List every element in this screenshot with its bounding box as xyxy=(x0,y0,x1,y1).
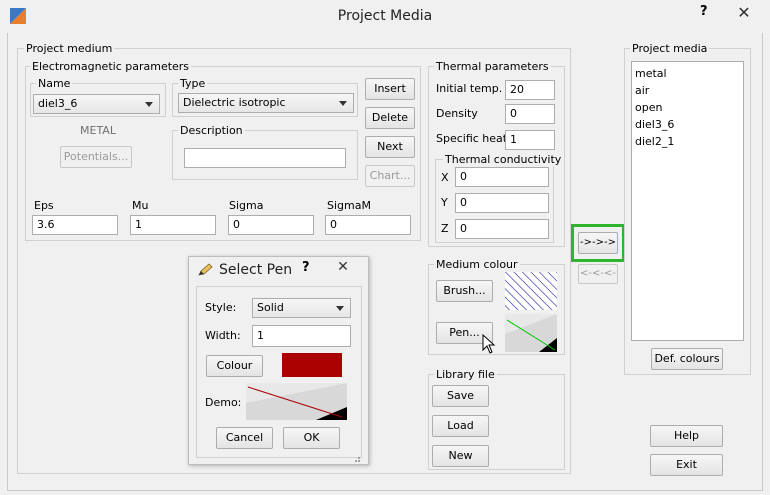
sigma-input[interactable]: 0 xyxy=(228,215,314,235)
library-save-button[interactable]: Save xyxy=(432,385,489,407)
project-medium-label: Project medium xyxy=(24,42,115,55)
em-params-label: Electromagnetic parameters xyxy=(30,60,192,73)
conductivity-y-input[interactable]: 0 xyxy=(455,193,549,213)
select-pen-title: Select Pen xyxy=(219,262,293,278)
pen-cancel-button[interactable]: Cancel xyxy=(216,427,273,449)
pen-demo-preview xyxy=(246,383,347,420)
chart-button[interactable]: Chart... xyxy=(365,165,415,187)
description-label: Description xyxy=(178,124,245,137)
type-label: Type xyxy=(178,77,208,90)
conductivity-y-label: Y xyxy=(441,196,448,209)
specific-heat-label: Specific heat xyxy=(436,132,508,145)
insert-button[interactable]: Insert xyxy=(365,78,415,100)
pen-style-label: Style: xyxy=(205,301,237,314)
window-help-button[interactable]: ? xyxy=(700,4,708,19)
chevron-down-icon xyxy=(339,101,347,106)
def-colours-button[interactable]: Def. colours xyxy=(651,348,723,370)
next-button[interactable]: Next xyxy=(365,136,415,158)
add-to-project-button[interactable]: ->->-> xyxy=(578,232,618,254)
pen-width-input[interactable]: 1 xyxy=(252,325,351,347)
sigmam-label: SigmaM xyxy=(327,199,371,212)
name-select-value: diel3_6 xyxy=(38,97,78,110)
pencil-icon xyxy=(198,263,213,276)
density-input[interactable]: 0 xyxy=(505,104,555,124)
sigmam-input[interactable]: 0 xyxy=(325,215,411,235)
project-media-label: Project media xyxy=(630,42,710,55)
eps-label: Eps xyxy=(34,199,54,212)
library-load-button[interactable]: Load xyxy=(432,415,489,437)
description-input[interactable] xyxy=(184,148,346,168)
select-pen-dialog: Select Pen ? ✕ Style: Solid Width: 1 Col… xyxy=(188,256,369,465)
conductivity-z-input[interactable]: 0 xyxy=(455,219,549,239)
chevron-down-icon xyxy=(145,102,153,107)
help-button[interactable]: Help xyxy=(650,425,723,447)
metal-label: METAL xyxy=(80,124,116,137)
library-new-button[interactable]: New xyxy=(432,445,489,467)
conductivity-z-label: Z xyxy=(441,222,449,235)
thermal-params-label: Thermal parameters xyxy=(434,60,551,73)
select-pen-close-button[interactable]: ✕ xyxy=(324,259,362,277)
brush-preview xyxy=(505,272,557,310)
pen-colour-button[interactable]: Colour xyxy=(206,355,263,377)
pen-ok-button[interactable]: OK xyxy=(283,427,340,449)
window-title: Project Media xyxy=(337,8,433,24)
chevron-down-icon xyxy=(336,306,344,311)
mu-label: Mu xyxy=(132,199,149,212)
conductivity-x-label: X xyxy=(441,171,449,184)
mouse-cursor-icon xyxy=(482,334,496,354)
pen-demo-label: Demo: xyxy=(205,396,242,409)
eps-input[interactable]: 3.6 xyxy=(32,215,118,235)
window-close-button[interactable]: ✕ xyxy=(725,3,763,23)
potentials-button[interactable]: Potentials... xyxy=(60,146,132,168)
brush-button[interactable]: Brush... xyxy=(436,280,493,302)
density-label: Density xyxy=(436,107,478,120)
mu-input[interactable]: 1 xyxy=(130,215,216,235)
resize-grip-icon[interactable] xyxy=(351,453,361,463)
pen-width-label: Width: xyxy=(205,329,241,342)
name-label: Name xyxy=(36,77,73,90)
pen-style-select[interactable]: Solid xyxy=(252,298,351,318)
list-item[interactable]: diel2_1 xyxy=(632,133,743,150)
medium-colour-label: Medium colour xyxy=(434,258,520,271)
type-select-value: Dielectric isotropic xyxy=(183,96,286,109)
pen-preview xyxy=(505,314,557,352)
name-select[interactable]: diel3_6 xyxy=(33,94,160,114)
project-media-list[interactable]: metal air open diel3_6 diel2_1 xyxy=(631,61,744,341)
list-item[interactable]: diel3_6 xyxy=(632,116,743,133)
list-item[interactable]: open xyxy=(632,99,743,116)
specific-heat-input[interactable]: 1 xyxy=(505,130,555,150)
type-select[interactable]: Dielectric isotropic xyxy=(178,93,354,113)
remove-from-project-button[interactable]: <-<-<- xyxy=(578,264,618,284)
initial-temp-label: Initial temp. xyxy=(436,82,503,95)
library-file-label: Library file xyxy=(434,368,497,381)
initial-temp-input[interactable]: 20 xyxy=(505,80,555,100)
list-item[interactable]: air xyxy=(632,82,743,99)
exit-button[interactable]: Exit xyxy=(650,454,723,476)
conductivity-x-input[interactable]: 0 xyxy=(455,167,549,187)
pen-colour-swatch xyxy=(282,353,342,377)
sigma-label: Sigma xyxy=(229,199,264,212)
list-item[interactable]: metal xyxy=(632,65,743,82)
pen-style-value: Solid xyxy=(257,301,284,314)
delete-button[interactable]: Delete xyxy=(365,107,415,129)
thermal-conductivity-label: Thermal conductivity xyxy=(443,153,564,166)
select-pen-help-button[interactable]: ? xyxy=(302,260,310,275)
